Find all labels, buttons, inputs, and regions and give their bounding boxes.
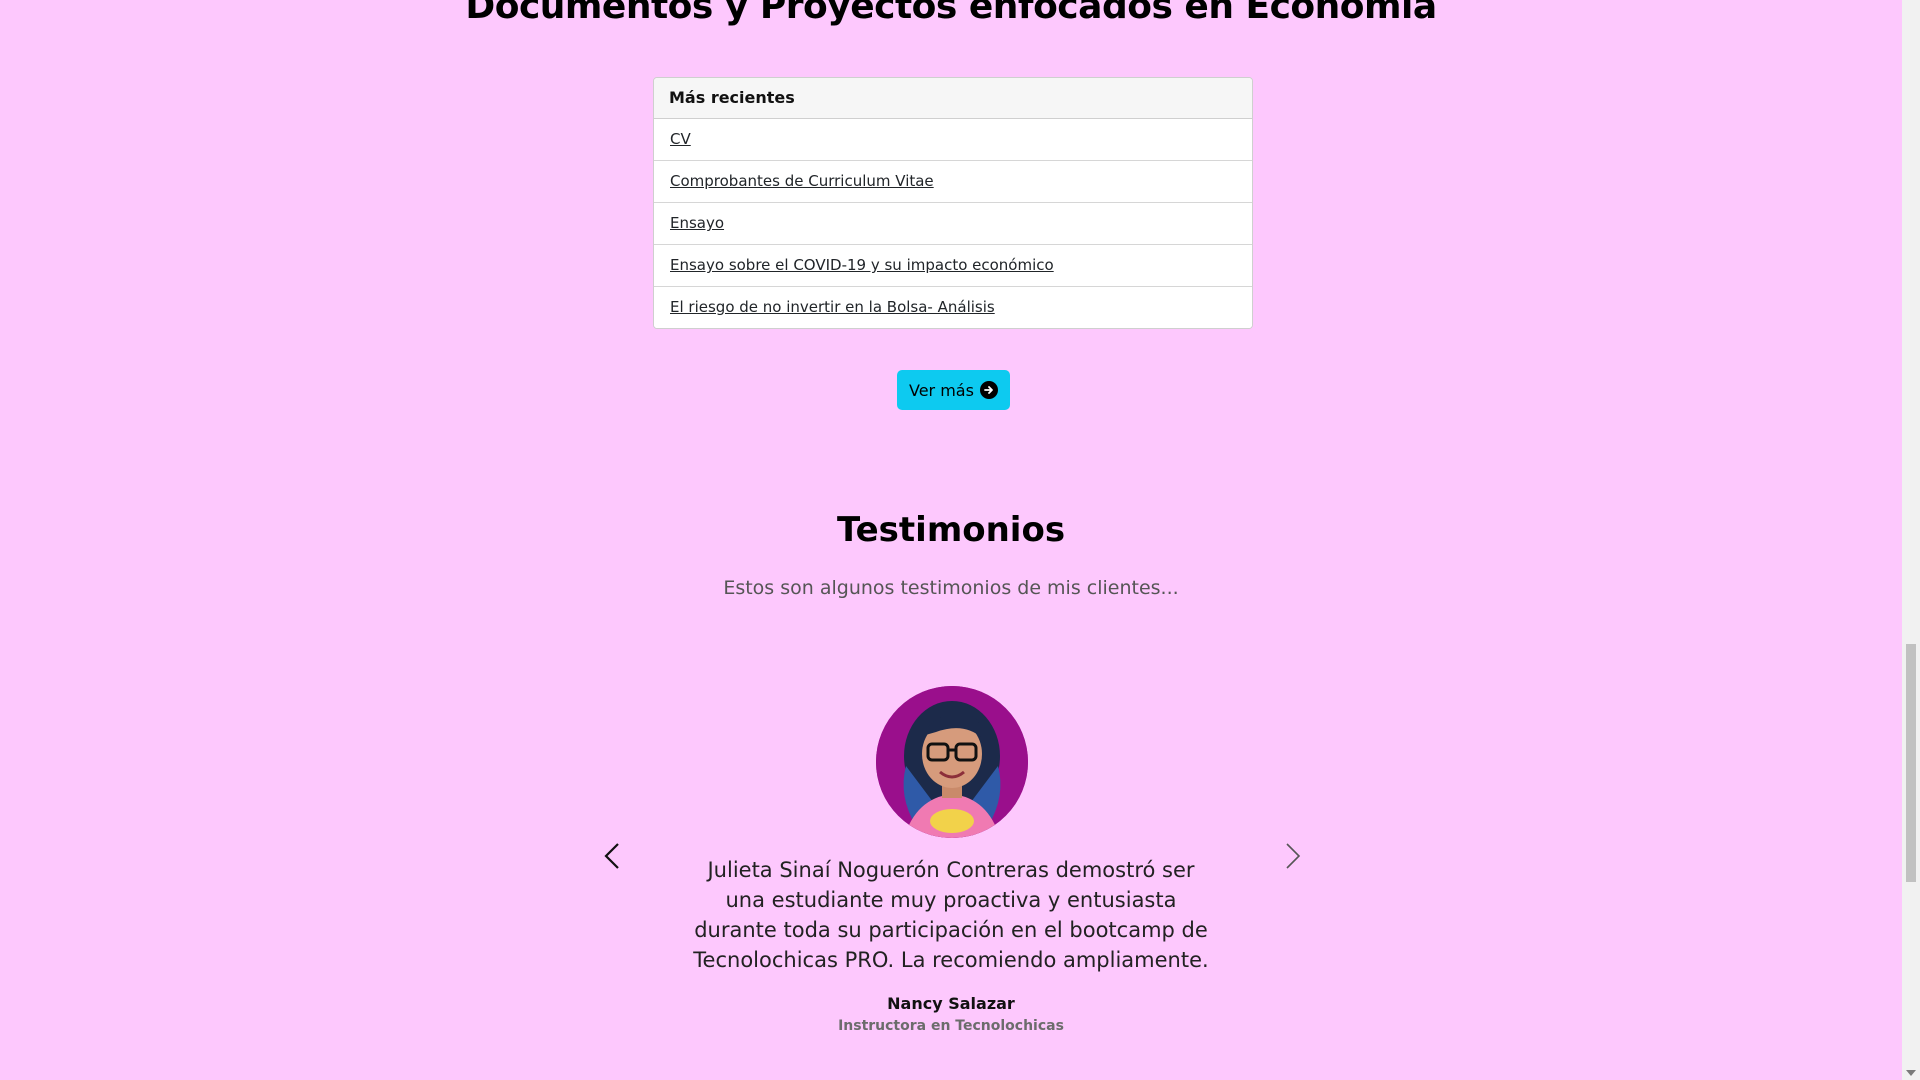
page: Documentos y Proyectos enfocados en Econ… [0, 0, 1920, 1080]
scroll-down-arrow-icon[interactable] [1906, 1070, 1916, 1076]
testimonial-author: Nancy Salazar [887, 994, 1015, 1013]
doc-link-cv[interactable]: CV [670, 130, 691, 148]
doc-link-ensayo-covid[interactable]: Ensayo sobre el COVID-19 y su impacto ec… [670, 256, 1054, 274]
page-scrollbar[interactable] [1902, 0, 1920, 1080]
list-item: Ensayo sobre el COVID-19 y su impacto ec… [654, 245, 1252, 287]
arrow-right-circle-icon [979, 381, 998, 399]
avatar [876, 686, 1028, 838]
card-header: Más recientes [654, 78, 1252, 119]
doc-link-riesgo-bolsa[interactable]: El riesgo de no invertir en la Bolsa- An… [670, 298, 995, 316]
carousel-prev-button[interactable] [593, 836, 633, 876]
testimonials-title: Testimonios [836, 510, 1066, 550]
doc-link-ensayo[interactable]: Ensayo [670, 214, 724, 232]
list-item: CV [654, 119, 1252, 161]
recent-docs-card: Más recientes CV Comprobantes de Curricu… [653, 77, 1253, 329]
list-item: Ensayo [654, 203, 1252, 245]
scrollbar-thumb[interactable] [1906, 644, 1916, 882]
docs-section-title: Documentos y Proyectos enfocados en Econ… [465, 0, 1437, 27]
list-item: El riesgo de no invertir en la Bolsa- An… [654, 287, 1252, 328]
list-item: Comprobantes de Curriculum Vitae [654, 161, 1252, 203]
chevron-right-icon [1272, 843, 1312, 879]
ver-mas-button[interactable]: Ver más [897, 370, 1010, 410]
doc-link-comprobantes[interactable]: Comprobantes de Curriculum Vitae [670, 172, 934, 190]
testimonials-subtitle: Estos son algunos testimonios de mis cli… [723, 577, 1179, 599]
carousel-next-button[interactable] [1272, 836, 1312, 876]
chevron-left-icon [593, 843, 633, 879]
testimonial-quote: Julieta Sinaí Noguerón Contreras demostr… [693, 858, 1209, 972]
testimonial-role: Instructora en Tecnolochicas [838, 1018, 1064, 1034]
ver-mas-label: Ver más [909, 380, 974, 400]
